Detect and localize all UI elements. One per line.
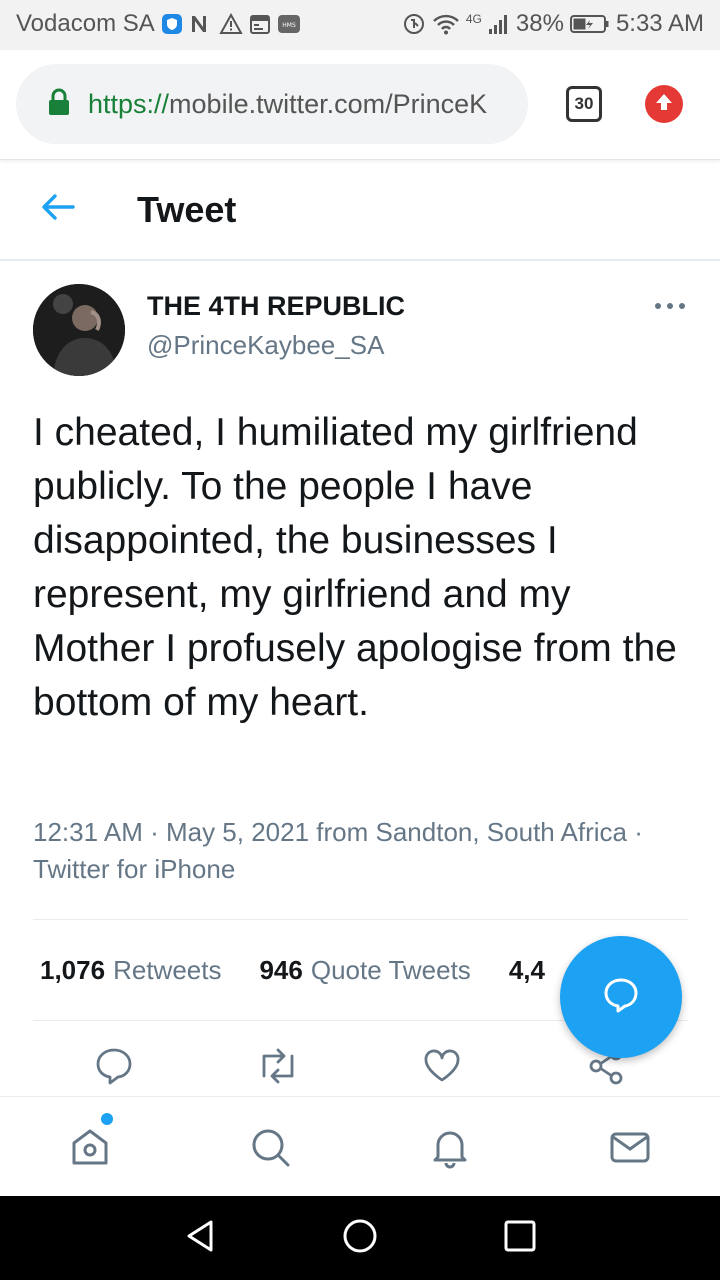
bell-icon — [428, 1125, 472, 1174]
tweet-stats: 1,076 Retweets 946 Quote Tweets 4,4 — [40, 952, 591, 988]
status-left: Vodacom SA HMS — [16, 10, 301, 38]
retweet-button[interactable] — [256, 1046, 300, 1090]
triangle-back-icon — [183, 1218, 217, 1259]
back-button[interactable] — [38, 189, 78, 229]
system-home-button[interactable] — [340, 1218, 380, 1258]
system-back-button[interactable] — [180, 1218, 220, 1258]
hms-icon: HMS — [277, 13, 301, 35]
display-name[interactable]: THE 4TH REPUBLIC — [147, 291, 405, 322]
signal-icon — [488, 12, 510, 36]
nav-notifications[interactable] — [426, 1125, 474, 1173]
compose-reply-button[interactable] — [560, 936, 682, 1058]
page-title: Tweet — [137, 189, 237, 230]
warning-icon — [219, 13, 243, 35]
url-scheme: https:// — [88, 88, 170, 119]
battery-percent: 38% — [515, 10, 564, 37]
avatar[interactable] — [33, 284, 125, 376]
more-options-button[interactable] — [650, 294, 690, 318]
retweet-icon — [256, 1046, 300, 1091]
system-navigation-bar — [0, 1196, 720, 1280]
retweets-count: 1,076 — [40, 954, 106, 985]
reply-icon — [94, 1046, 134, 1091]
data-saver-icon — [402, 12, 426, 36]
browser-toolbar: https://mobile.twitter.com/PrinceK 30 — [0, 50, 720, 160]
mail-icon — [608, 1125, 652, 1174]
user-handle[interactable]: @PrinceKaybee_SA — [147, 330, 384, 361]
compose-reply-icon — [601, 975, 641, 1020]
shield-icon — [161, 13, 183, 35]
retweets-label: Retweets — [113, 954, 222, 985]
system-recents-button[interactable] — [500, 1218, 540, 1258]
status-right: 4G 38% 5:33 AM — [402, 10, 704, 38]
nav-messages[interactable] — [606, 1125, 654, 1173]
nfc-icon — [189, 13, 213, 35]
clock: 5:33 AM — [615, 10, 704, 37]
new-content-dot — [101, 1113, 113, 1125]
tab-switcher-button[interactable]: 30 — [566, 86, 602, 122]
heart-icon — [422, 1046, 462, 1091]
carrier-name: Vodacom SA — [16, 10, 155, 37]
url-text[interactable]: https://mobile.twitter.com/PrinceK — [88, 89, 508, 120]
arrow-up-icon — [653, 91, 675, 118]
page-header: Tweet — [0, 161, 720, 261]
like-button[interactable] — [420, 1046, 464, 1090]
likes-count: 4,4 — [508, 954, 545, 985]
tweet-text: I cheated, I humiliated my girlfriend pu… — [33, 411, 677, 724]
bottom-navigation — [0, 1096, 720, 1196]
reply-button[interactable] — [92, 1046, 136, 1090]
status-bar: Vodacom SA HMS 4G 38% 5:33 AM — [0, 0, 720, 50]
arrow-left-icon — [41, 193, 75, 226]
nav-search[interactable] — [246, 1125, 294, 1173]
network-type: 4G — [465, 12, 482, 26]
nav-home[interactable] — [66, 1125, 114, 1173]
likes-stat[interactable]: 4,4 — [509, 955, 553, 986]
calendar-icon — [249, 13, 271, 35]
wifi-icon — [432, 12, 460, 36]
quotes-stat[interactable]: 946 Quote Tweets — [259, 955, 470, 986]
url-bar[interactable]: https://mobile.twitter.com/PrinceK — [16, 64, 528, 144]
battery-icon — [569, 13, 610, 35]
quotes-count: 946 — [259, 954, 303, 985]
more-horizontal-icon — [654, 297, 686, 315]
square-recents-icon — [503, 1219, 537, 1258]
home-icon — [68, 1125, 112, 1174]
update-button[interactable] — [645, 85, 683, 123]
retweets-stat[interactable]: 1,076 Retweets — [40, 955, 221, 986]
quotes-label: Quote Tweets — [310, 954, 471, 985]
lock-icon — [48, 88, 70, 121]
url-path: mobile.twitter.com/PrinceK — [169, 88, 488, 119]
svg-text:HMS: HMS — [282, 22, 296, 29]
search-icon — [248, 1125, 292, 1174]
circle-home-icon — [342, 1218, 378, 1259]
divider — [33, 919, 688, 920]
tweet-meta: 12:31 AM · May 5, 2021 from Sandton, Sou… — [33, 817, 643, 884]
